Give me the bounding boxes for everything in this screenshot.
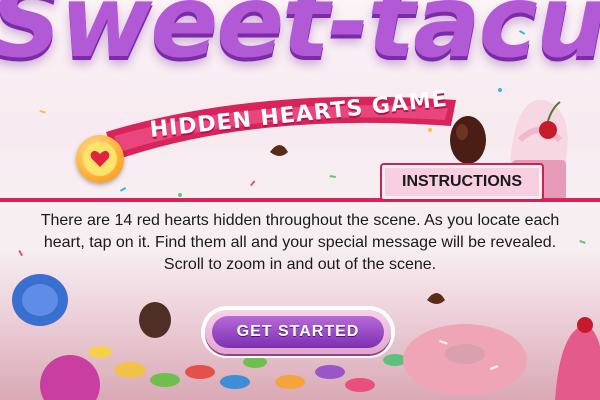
get-started-button[interactable]: GET STARTED (205, 310, 391, 354)
cupcake-bottom-decoration (555, 317, 600, 400)
heart-badge-inner (83, 142, 117, 176)
instructions-heading: INSTRUCTIONS (380, 163, 544, 201)
instructions-text: There are 14 red hearts hidden throughou… (40, 212, 560, 273)
get-started-label: GET STARTED (212, 316, 384, 348)
game-scene: Sweet-tacular HIDDEN HEARTS GAME INSTRUC… (0, 0, 600, 400)
glitter-ball-decoration (40, 355, 100, 400)
donut-decoration (403, 324, 527, 396)
heart-badge (76, 135, 124, 183)
heart-icon (90, 150, 110, 167)
chocolate-kiss-decoration (427, 293, 445, 304)
game-title: Sweet-tacular (0, 0, 600, 80)
